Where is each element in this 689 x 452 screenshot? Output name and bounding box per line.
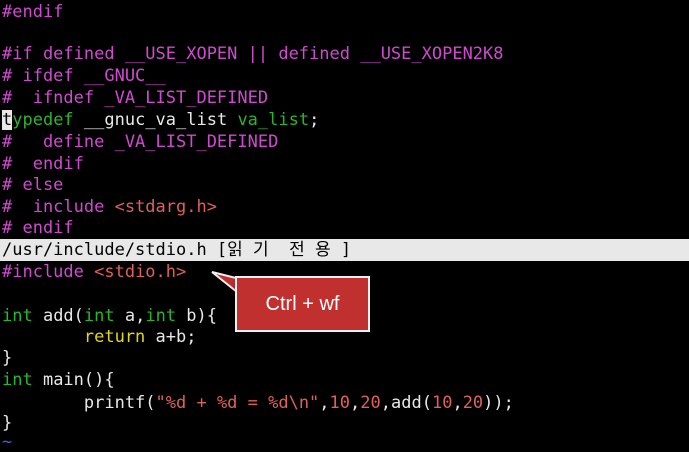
printf-call: printf( <box>2 393 156 413</box>
include-stdio-header: <stdio.h> <box>94 262 187 282</box>
code-line-ifdef-gnuc: # ifdef __GNUC__ <box>2 66 166 86</box>
return-keyword: return <box>2 327 146 347</box>
return-expression: a+b; <box>145 327 197 347</box>
typedef-name: __gnuc_va_list <box>73 110 238 130</box>
param-b: b){ <box>176 306 218 326</box>
code-line-typedef: typedef __gnuc_va_list va_list; <box>2 109 319 131</box>
add-call: ,add( <box>380 393 432 413</box>
typedef-type: va_list <box>237 110 310 130</box>
code-line-main: int main(){ <box>2 369 115 391</box>
code-line-close-brace-main: } <box>2 413 13 433</box>
include-stdio-directive: #include <box>2 262 95 282</box>
shortcut-label: Ctrl + wf <box>265 292 340 315</box>
code-line-endif: #endif <box>2 2 64 22</box>
int-keyword: int <box>2 306 33 326</box>
typedef-keyword: ypedef <box>12 110 74 130</box>
code-line-else: # else <box>2 175 64 195</box>
int-keyword: int <box>2 370 33 390</box>
shortcut-callout: Ctrl + wf <box>235 276 370 332</box>
param-a: a, <box>114 306 146 326</box>
add-func-name: add( <box>32 306 84 326</box>
number-literal: 10 <box>431 393 453 413</box>
code-line-define: # define _VA_LIST_DEFINED <box>2 132 279 152</box>
code-line-return: return a+b; <box>2 326 197 348</box>
printf-comma: , <box>452 393 463 413</box>
printf-comma: , <box>319 393 330 413</box>
text-cursor: t <box>2 110 13 130</box>
code-line-add-signature: int add(int a,int b){ <box>2 305 217 327</box>
printf-format-string: "%d + %d = %d\n" <box>155 393 320 413</box>
code-line-endif-outer: # endif <box>2 218 74 238</box>
number-literal: 20 <box>360 393 381 413</box>
include-header: <stdarg.h> <box>114 197 217 217</box>
main-func-name: main(){ <box>32 370 115 390</box>
include-directive: # include <box>2 197 115 217</box>
code-line-include-stdarg: # include <stdarg.h> <box>2 196 217 218</box>
code-line-ifndef: # ifndef _VA_LIST_DEFINED <box>2 88 269 108</box>
number-literal: 20 <box>462 393 484 413</box>
typedef-end: ; <box>309 110 320 130</box>
empty-line-marker: ~ <box>2 432 13 452</box>
printf-comma: , <box>350 393 361 413</box>
printf-end: )); <box>483 393 514 413</box>
code-line-include-stdio: #include <stdio.h> <box>2 261 186 283</box>
code-line-printf: printf("%d + %d = %d\n",10,20,add(10,20)… <box>2 392 514 414</box>
code-line-close-brace: } <box>2 348 13 368</box>
number-literal: 10 <box>329 393 351 413</box>
int-keyword: int <box>145 306 177 326</box>
int-keyword: int <box>83 306 115 326</box>
code-line-if-defined: #if defined __USE_XOPEN || defined __USE… <box>2 44 504 64</box>
file-status-bar: /usr/include/stdio.h [읽 기 전 용 ] <box>0 239 689 261</box>
code-line-endif-inner: # endif <box>2 154 84 174</box>
